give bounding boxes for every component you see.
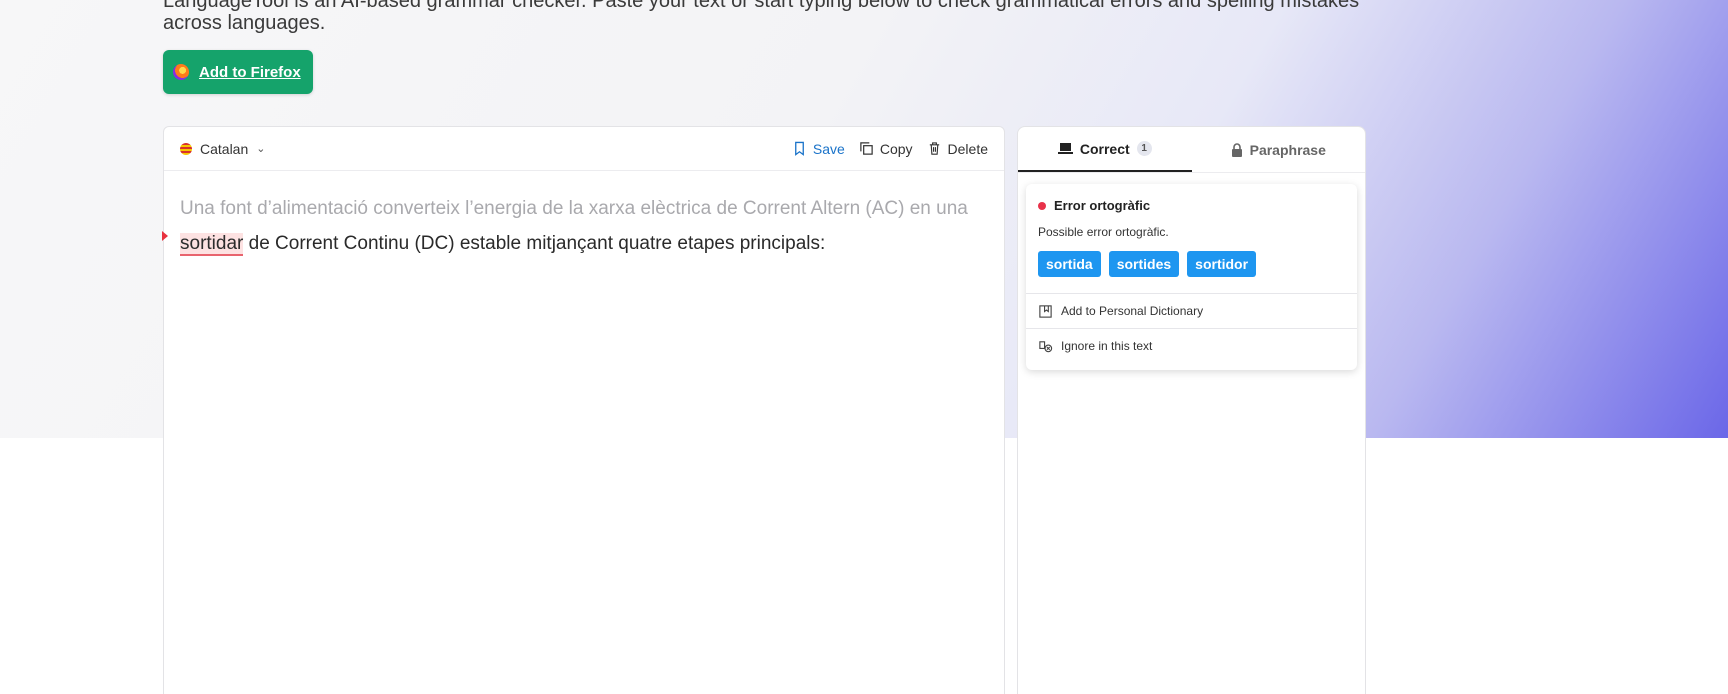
save-button[interactable]: Save	[792, 141, 845, 157]
laptop-icon	[1057, 143, 1073, 154]
suggestions: sortida sortides sortidor	[1026, 239, 1357, 277]
suggestion-button[interactable]: sortides	[1108, 251, 1180, 277]
add-to-firefox-button[interactable]: Add to Firefox	[163, 50, 313, 94]
intro-line-1: LanguageTool is an AI-based grammar chec…	[163, 0, 1360, 12]
side-tabs: Correct 1 Paraphrase	[1018, 127, 1365, 173]
delete-label: Delete	[947, 140, 988, 157]
side-panel: Correct 1 Paraphrase Error ortogràfic Po…	[1017, 126, 1366, 694]
tab-paraphrase-label: Paraphrase	[1249, 141, 1326, 158]
add-to-firefox-label: Add to Firefox	[199, 63, 301, 81]
intro-text: LanguageTool is an AI-based grammar chec…	[163, 0, 1363, 38]
delete-button[interactable]: Delete	[927, 141, 988, 157]
error-card: Error ortogràfic Possible error ortogràf…	[1026, 184, 1357, 370]
tab-paraphrase[interactable]: Paraphrase	[1192, 127, 1366, 172]
language-selector[interactable]: Catalan ⌄	[180, 141, 265, 157]
typed-text: de Corrent Continu (DC) estable mitjança…	[243, 233, 826, 254]
trash-icon	[929, 142, 939, 155]
chevron-down-icon: ⌄	[256, 143, 266, 155]
ignore-icon	[1039, 340, 1053, 352]
suggestion-button[interactable]: sortida	[1038, 251, 1101, 277]
error-message: Possible error ortogràfic.	[1038, 225, 1169, 239]
catalan-flag-icon	[180, 142, 192, 155]
tab-correct-label: Correct	[1079, 140, 1130, 157]
error-marker-icon	[162, 231, 168, 241]
copy-button[interactable]: Copy	[859, 141, 913, 157]
copy-label: Copy	[879, 140, 913, 157]
ignore-label: Ignore in this text	[1061, 339, 1153, 353]
editor-toolbar: Catalan ⌄ Save Copy Delete	[164, 127, 1004, 171]
lock-icon	[1231, 142, 1242, 157]
correct-count-badge: 1	[1136, 141, 1152, 156]
add-dictionary-label: Add to Personal Dictionary	[1061, 304, 1204, 318]
firefox-icon	[173, 64, 189, 80]
dictionary-icon	[1039, 304, 1052, 318]
placeholder-text: Una font d’alimentació converteix l’ener…	[180, 198, 968, 219]
misspelled-word[interactable]: sortidar	[180, 233, 244, 256]
tab-correct[interactable]: Correct 1	[1018, 127, 1192, 172]
copy-icon	[860, 142, 873, 155]
suggestion-button[interactable]: sortidor	[1187, 251, 1257, 277]
language-label: Catalan	[200, 140, 249, 157]
error-title: Error ortogràfic	[1054, 198, 1151, 213]
error-dot-icon	[1038, 201, 1046, 210]
text-editor: Catalan ⌄ Save Copy Delete Una font d’al…	[162, 126, 1005, 694]
add-to-dictionary-button[interactable]: Add to Personal Dictionary	[1026, 293, 1357, 328]
bookmark-icon	[795, 141, 804, 156]
ignore-button[interactable]: Ignore in this text	[1026, 328, 1357, 363]
text-input-area[interactable]: Una font d’alimentació converteix l’ener…	[162, 171, 1004, 281]
save-label: Save	[812, 140, 845, 157]
